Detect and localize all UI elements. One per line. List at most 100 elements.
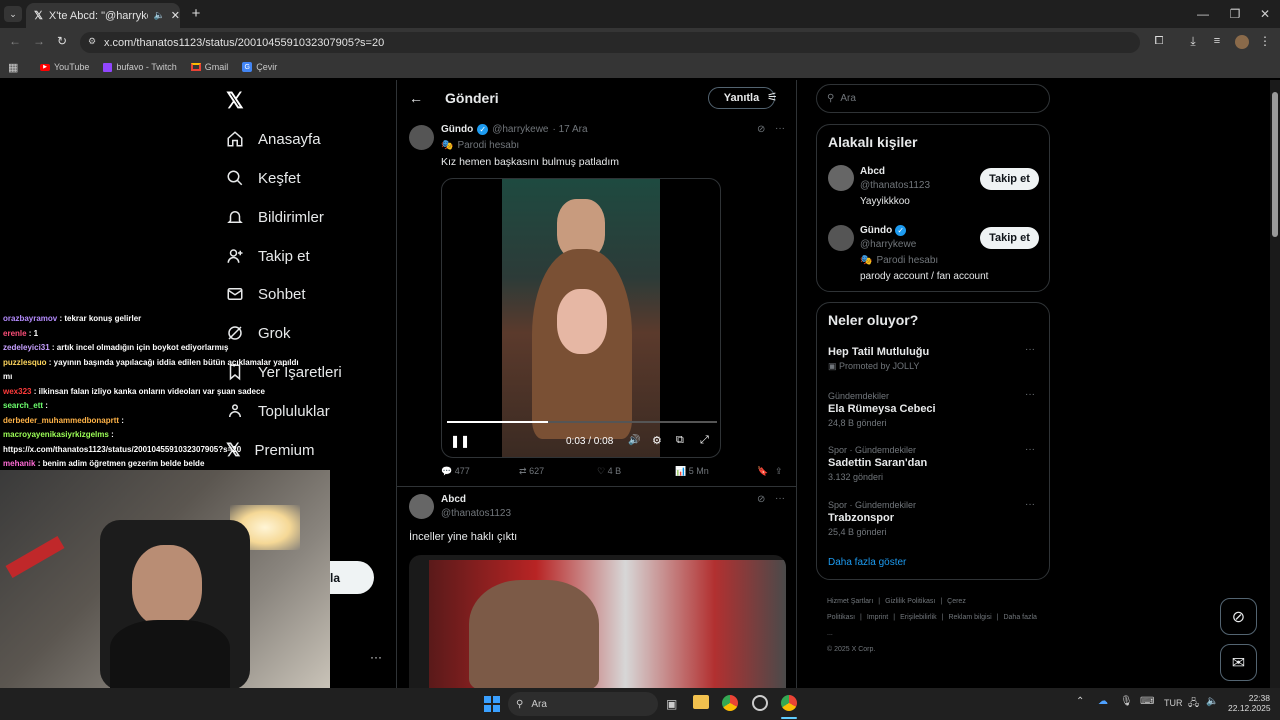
more-icon[interactable]: ···: [1025, 499, 1035, 510]
footer-link[interactable]: Erişilebilirlik: [900, 614, 937, 621]
avatar[interactable]: [409, 125, 434, 150]
tray-chevron-icon[interactable]: ⌃: [1076, 696, 1084, 707]
person-name[interactable]: Abcd: [860, 166, 885, 177]
new-tab-icon[interactable]: +: [188, 5, 204, 22]
scrollbar[interactable]: [1270, 80, 1280, 688]
download-icon[interactable]: ⤓: [1186, 34, 1200, 48]
reload-icon[interactable]: ↻: [55, 34, 69, 48]
chrome-icon[interactable]: [722, 695, 738, 711]
chat-username[interactable]: orazbayramov: [3, 314, 59, 323]
reply-action[interactable]: 💬 477: [441, 466, 519, 477]
chat-username[interactable]: erenle: [3, 329, 29, 338]
person-name[interactable]: Gündo: [860, 225, 892, 236]
address-bar[interactable]: ⚙ x.com/thanatos1123/status/200104559103…: [80, 32, 1140, 53]
task-view-icon[interactable]: ▣: [666, 697, 677, 711]
more-icon[interactable]: ···: [775, 123, 785, 134]
avatar[interactable]: [828, 225, 854, 251]
more-icon[interactable]: ···: [775, 493, 785, 504]
author-handle[interactable]: @thanatos1123: [441, 508, 511, 519]
chat-username[interactable]: zedeleyici31: [3, 343, 52, 352]
x-logo-icon[interactable]: 𝕏: [226, 88, 244, 114]
app-icon[interactable]: [752, 695, 768, 711]
extensions-icon[interactable]: ⧠: [1152, 34, 1166, 48]
grok-float-icon[interactable]: ⊘: [1220, 598, 1257, 635]
author-name[interactable]: Gündo: [441, 124, 473, 135]
apps-grid-icon[interactable]: ▦: [8, 61, 18, 74]
chat-username[interactable]: derbeder_muhammedbonaprtt: [3, 416, 121, 425]
avatar[interactable]: [828, 165, 854, 191]
person-handle[interactable]: @thanatos1123: [860, 180, 930, 191]
chat-username[interactable]: macroyayenikasiyrkizgelms: [3, 430, 111, 439]
follow-button[interactable]: Takip et: [980, 168, 1039, 190]
taskbar-search[interactable]: ⚲ Ara: [508, 692, 658, 716]
browser-tab-active[interactable]: 𝕏 X'te Abcd: "@harrykewe İnc 🔈 ✕: [26, 3, 180, 28]
like-action[interactable]: ♡ 4 B: [597, 466, 675, 477]
trend-item[interactable]: Spor · Gündemdekiler Sadettin Saran'dan …: [828, 445, 1038, 482]
search-input[interactable]: ⚲ Ara: [816, 84, 1050, 113]
nav-notifications[interactable]: Bildirimler: [226, 205, 324, 229]
clock[interactable]: 22:38 22.12.2025: [1228, 693, 1271, 713]
repost-action[interactable]: ⇄ 627: [519, 466, 597, 477]
gear-icon[interactable]: ⚙: [652, 434, 662, 447]
back-icon[interactable]: ←: [8, 34, 22, 48]
video-progress-track[interactable]: [447, 421, 717, 423]
account-more-icon[interactable]: ···: [370, 650, 382, 664]
pip-icon[interactable]: ⧉: [676, 434, 684, 447]
volume-icon[interactable]: 🔈: [1206, 696, 1218, 707]
trend-item[interactable]: Gündemdekiler Ela Rümeysa Cebeci 24,8 B …: [828, 391, 1038, 428]
tweet-media[interactable]: [409, 555, 786, 690]
grok-icon[interactable]: ⊘: [757, 124, 765, 135]
bookmark-twitch[interactable]: bufavo - Twitch: [103, 62, 177, 72]
more-icon[interactable]: ···: [1025, 344, 1035, 355]
chrome-active-icon[interactable]: [781, 695, 797, 711]
author-handle[interactable]: @harrykewe: [492, 124, 548, 135]
volume-icon[interactable]: 🔊: [628, 435, 640, 446]
microphone-icon[interactable]: 🎙: [1120, 696, 1133, 707]
close-window-icon[interactable]: ✕: [1248, 0, 1280, 28]
author-name[interactable]: Abcd: [441, 494, 466, 505]
profile-avatar[interactable]: [1235, 35, 1249, 49]
trend-item[interactable]: Hep Tatil Mutluluğu ▣ Promoted by JOLLY: [828, 346, 1038, 372]
more-icon[interactable]: ···: [1025, 389, 1035, 400]
bookmark-youtube[interactable]: ▶ YouTube: [40, 62, 89, 72]
minimize-icon[interactable]: —: [1186, 0, 1220, 28]
share-icon[interactable]: ⇪: [775, 466, 783, 477]
footer-link[interactable]: Reklam bilgisi: [948, 614, 991, 621]
pause-icon[interactable]: ❚❚: [450, 434, 470, 448]
file-explorer-icon[interactable]: [693, 695, 709, 709]
follow-button[interactable]: Takip et: [980, 227, 1039, 249]
bookmark-action-icon[interactable]: 🔖: [757, 466, 775, 477]
back-arrow-icon[interactable]: ←: [409, 90, 423, 106]
reading-list-icon[interactable]: ≡: [1210, 34, 1224, 48]
nav-explore[interactable]: Keşfet: [226, 166, 301, 190]
forward-icon[interactable]: →: [32, 34, 46, 48]
menu-icon[interactable]: ⋮: [1258, 34, 1272, 48]
fullscreen-icon[interactable]: ⤢: [700, 434, 709, 447]
onedrive-icon[interactable]: ☁: [1098, 696, 1108, 707]
chat-username[interactable]: wex323: [3, 387, 34, 396]
keyboard-icon[interactable]: ⌨: [1140, 696, 1154, 707]
trend-item[interactable]: Spor · Gündemdekiler Trabzonspor 25,4 B …: [828, 500, 1038, 537]
footer-link[interactable]: Imprint: [867, 614, 888, 621]
nav-chat[interactable]: Sohbet: [226, 282, 306, 306]
bookmark-translate[interactable]: G Çevir: [242, 62, 277, 72]
show-more-link[interactable]: Daha fazla göster: [828, 557, 906, 568]
language-indicator[interactable]: TUR: [1164, 698, 1183, 708]
chat-username[interactable]: search_ett: [3, 401, 45, 410]
windows-start-icon[interactable]: [484, 696, 500, 712]
network-icon[interactable]: 🖧: [1188, 696, 1199, 713]
site-info-icon[interactable]: ⚙: [88, 36, 96, 47]
restore-icon[interactable]: ❐: [1218, 0, 1252, 28]
tab-close-icon[interactable]: ✕: [171, 9, 180, 22]
footer-link[interactable]: Hizmet Şartları: [827, 598, 873, 605]
more-icon[interactable]: ···: [1025, 444, 1035, 455]
bookmark-gmail[interactable]: Gmail: [190, 62, 228, 72]
tab-search-icon[interactable]: ⌄: [4, 6, 22, 22]
tab-audio-icon[interactable]: 🔈: [154, 10, 165, 21]
scrollbar-thumb[interactable]: [1272, 92, 1278, 237]
chat-username[interactable]: puzzlesquo: [3, 358, 49, 367]
video-player[interactable]: ❚❚ 0:03 / 0:08 🔊 ⚙ ⧉ ⤢: [441, 178, 721, 458]
nav-home[interactable]: Anasayfa: [226, 127, 321, 151]
grok-icon[interactable]: ⊘: [757, 494, 765, 505]
messages-float-icon[interactable]: ✉: [1220, 644, 1257, 681]
